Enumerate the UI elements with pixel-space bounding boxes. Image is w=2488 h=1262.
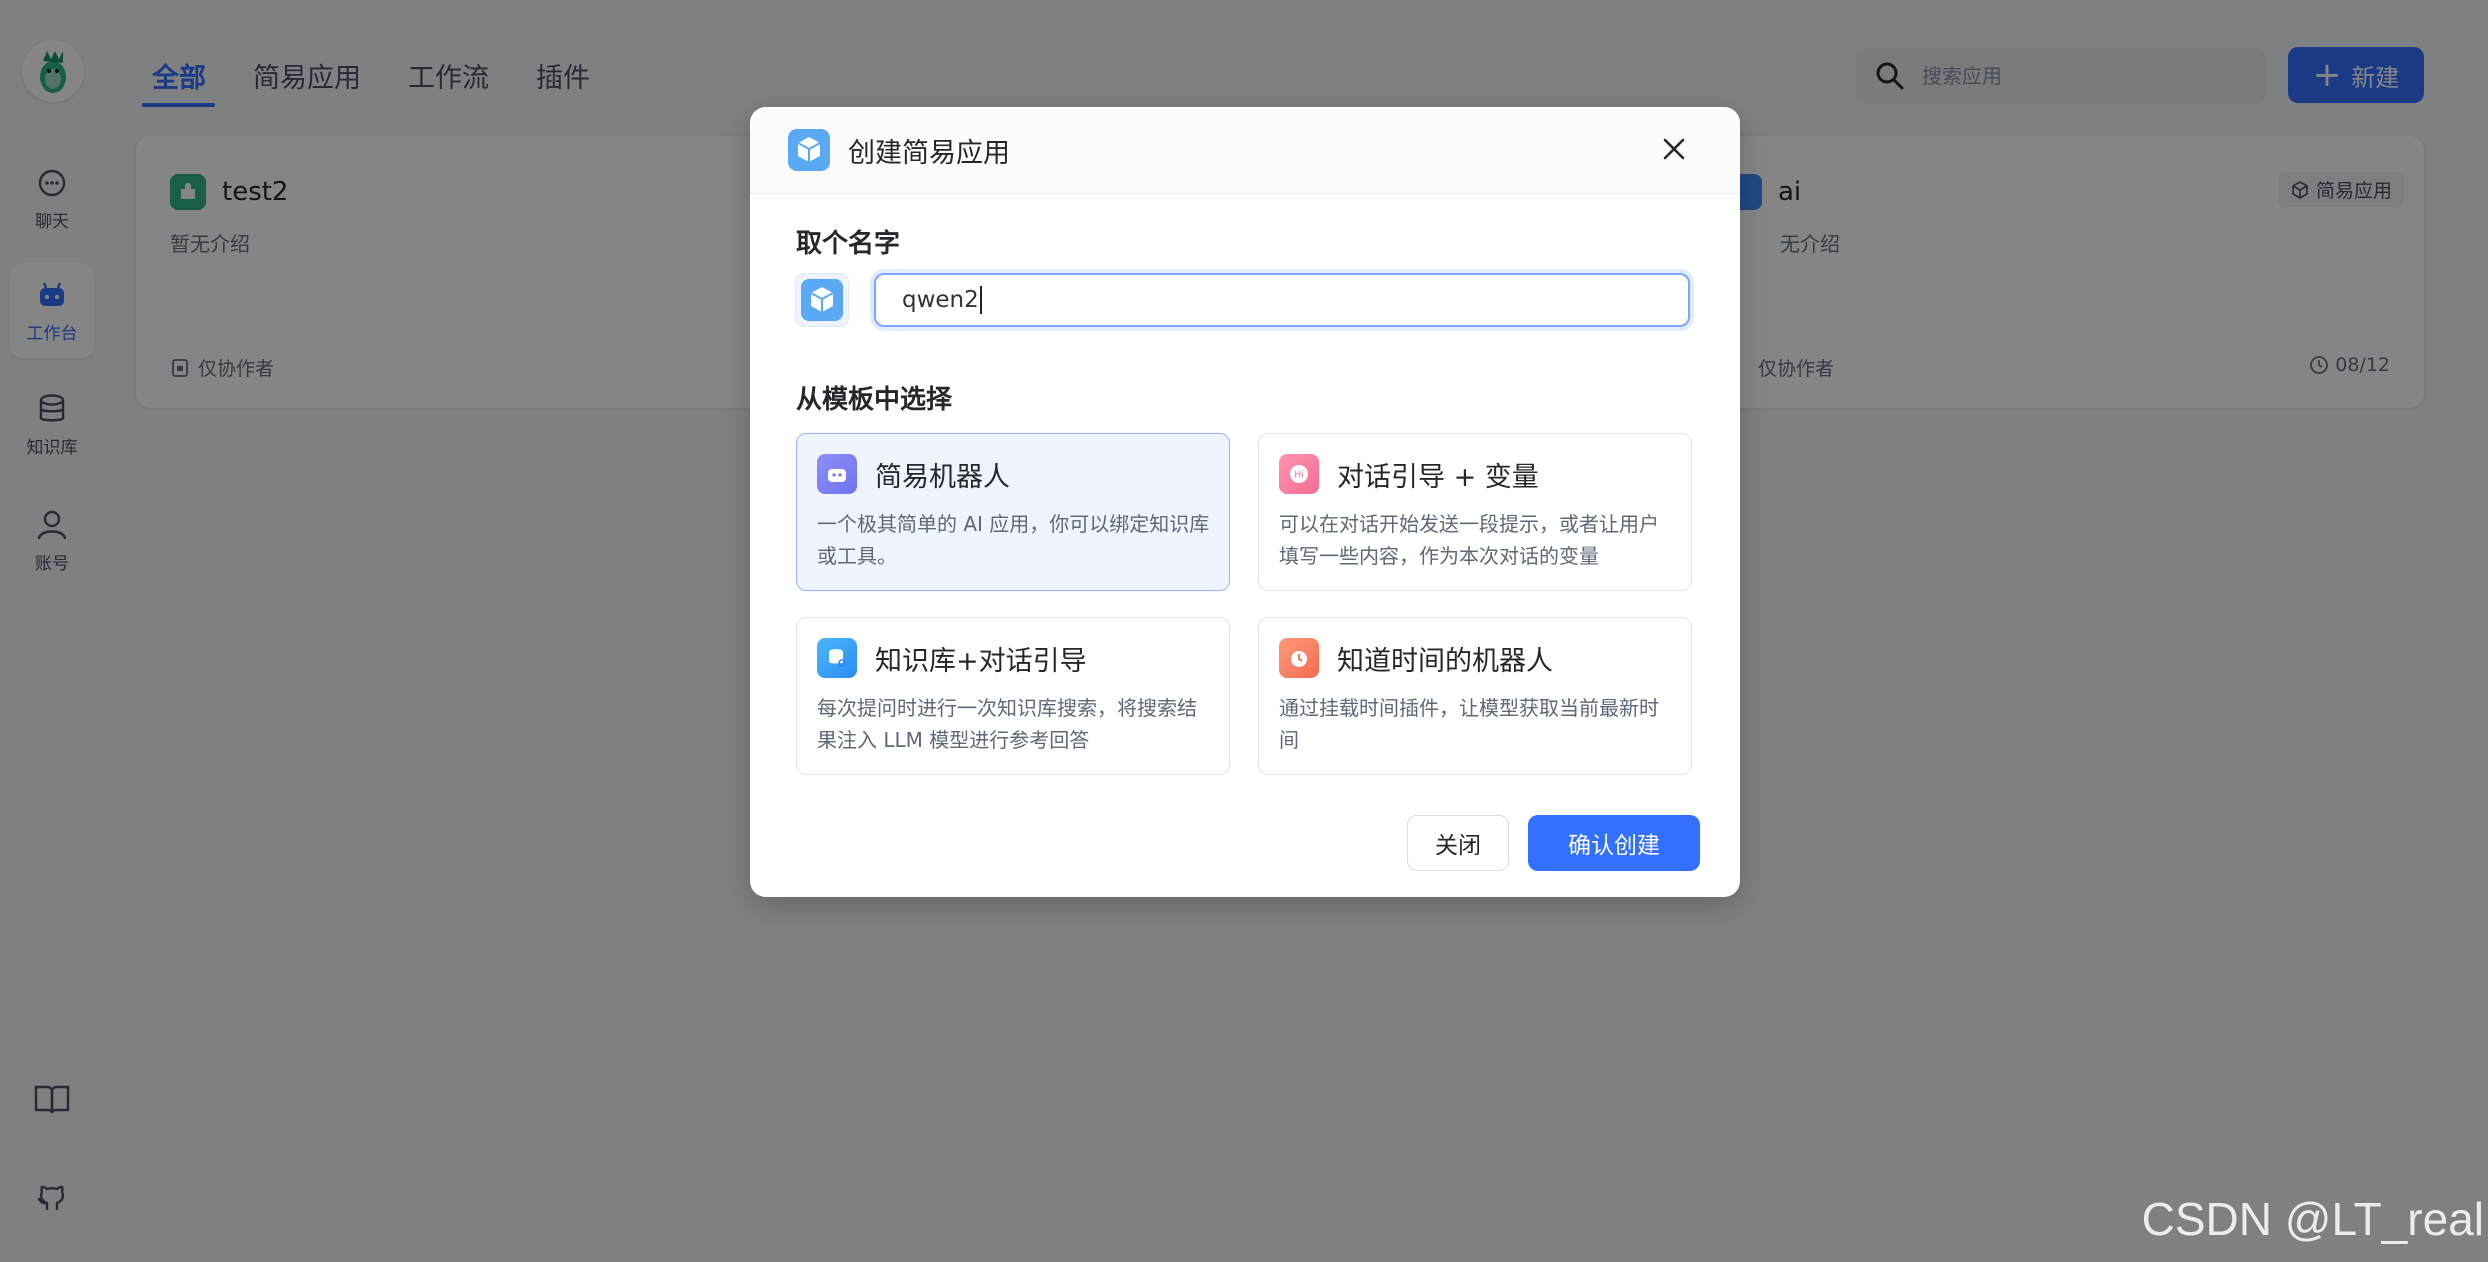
template-title: 对话引导 + 变量 [1337,461,1539,493]
template-title: 知识库+对话引导 [875,645,1087,677]
template-description: 一个极其简单的 AI 应用，你可以绑定知识库或工具。 [817,512,1210,568]
template-description: 通过挂载时间插件，让模型获取当前最新时间 [1279,696,1659,752]
close-icon [1663,138,1685,160]
app-name-value: qwen2 [902,287,979,313]
watermark: CSDN @LT_real [2141,1193,2484,1245]
template-card-guide-variable[interactable]: Hi 对话引导 + 变量 可以在对话开始发送一段提示，或者让用户填写一些内容，作… [1258,433,1692,591]
template-label: 从模板中选择 [796,385,953,415]
chat-bubble-icon: Hi [1279,454,1319,494]
modal-close-button[interactable] [1654,129,1694,169]
template-card-simple-bot[interactable]: 简易机器人 一个极其简单的 AI 应用，你可以绑定知识库或工具。 [796,433,1230,591]
template-description: 每次提问时进行一次知识库搜索，将搜索结果注入 LLM 模型进行参考回答 [817,696,1197,752]
alarm-clock-icon [1279,638,1319,678]
modal-title: 创建简易应用 [848,137,1010,169]
name-label: 取个名字 [796,229,901,259]
svg-text:Hi: Hi [1294,471,1303,481]
robot-icon [817,454,857,494]
app-avatar-picker[interactable] [796,274,848,326]
template-title: 简易机器人 [875,461,1010,493]
close-button[interactable]: 关闭 [1407,815,1509,871]
template-card-knowledge-guide[interactable]: 知识库+对话引导 每次提问时进行一次知识库搜索，将搜索结果注入 LLM 模型进行… [796,617,1230,775]
template-card-time-bot[interactable]: 知道时间的机器人 通过挂载时间插件，让模型获取当前最新时间 [1258,617,1692,775]
confirm-create-button[interactable]: 确认创建 [1528,815,1700,871]
create-app-modal: 创建简易应用 取个名字 qwen2 从模板中选择 简易机器人 一个极其简单的 A… [750,107,1740,897]
template-description: 可以在对话开始发送一段提示，或者让用户填写一些内容，作为本次对话的变量 [1279,512,1659,568]
cube-icon [788,129,830,171]
database-search-icon [817,638,857,678]
text-caret [979,286,982,314]
modal-header: 创建简易应用 [750,107,1740,194]
app-name-input[interactable]: qwen2 [874,273,1690,327]
cube-icon [801,279,843,321]
template-title: 知道时间的机器人 [1337,645,1553,677]
